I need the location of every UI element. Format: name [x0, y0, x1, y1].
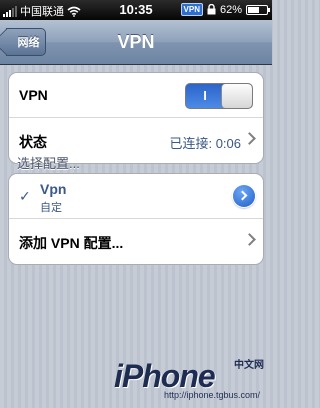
add-vpn-config-label: 添加 VPN 配置... [19, 235, 124, 251]
config-type: 自定 [40, 202, 62, 214]
config-name: Vpn [40, 181, 67, 197]
checkmark-icon: ✓ [19, 188, 31, 204]
status-bar: 中国联通 10:35 VPN 62% [0, 0, 272, 20]
vpn-toggle-switch[interactable]: I [185, 83, 253, 109]
battery-icon [246, 4, 270, 15]
config-group: ✓ Vpn 自定 添加 VPN 配置... [8, 173, 264, 265]
vpn-toggle-row: VPN I [9, 73, 263, 118]
status-value: 已连接: 0:06 [169, 136, 241, 151]
status-right: VPN 62% [180, 3, 270, 16]
page-title: VPN [117, 32, 155, 52]
status-label: 状态 [19, 134, 47, 150]
detail-disclosure-icon[interactable] [233, 185, 255, 207]
chevron-right-icon [243, 132, 256, 145]
watermark-url: http://iphone.tgbus.com/ [163, 390, 260, 400]
toggle-on-indicator: I [203, 88, 207, 103]
watermark: iPhone 中文网 http://iphone.tgbus.com/ [114, 356, 264, 400]
lock-icon [207, 4, 216, 15]
watermark-cn: 中文网 [234, 360, 264, 371]
vpn-toggle-label: VPN [19, 87, 48, 103]
config-item-vpn[interactable]: ✓ Vpn 自定 [9, 174, 263, 219]
vpn-status-badge: VPN [180, 3, 203, 16]
section-header-choose-config: 选择配置... [17, 156, 80, 171]
toggle-knob [221, 84, 252, 108]
navigation-bar: 网络 VPN [0, 20, 272, 65]
vpn-settings-group: VPN I 状态 已连接: 0:06 [8, 72, 264, 164]
add-vpn-config-row[interactable]: 添加 VPN 配置... [9, 219, 263, 264]
battery-percent: 62% [219, 3, 242, 16]
chevron-right-icon [243, 233, 256, 246]
